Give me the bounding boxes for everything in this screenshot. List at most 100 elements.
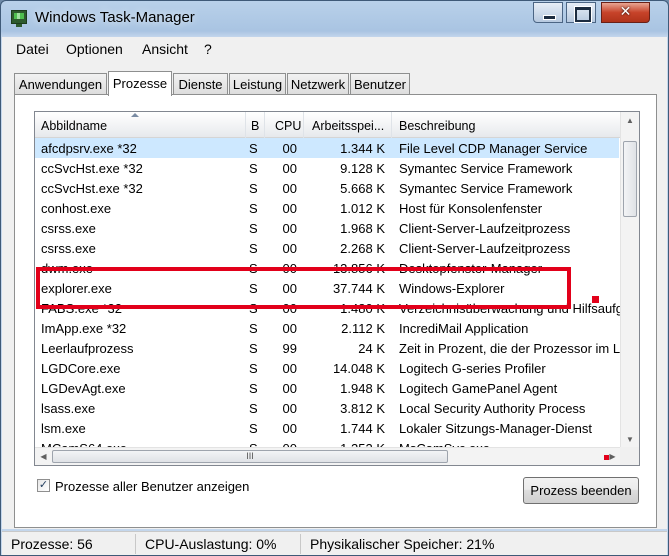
- process-description-cell: Windows-Explorer: [399, 281, 505, 296]
- process-name-cell: afcdpsrv.exe *32: [41, 141, 137, 156]
- table-row[interactable]: lsass.exe S 00 3.812 K Local Security Author…: [35, 398, 619, 418]
- tab-netzwerk[interactable]: Netzwerk: [287, 73, 349, 95]
- process-memory-cell: 1.480 K: [340, 301, 385, 316]
- horizontal-scrollbar[interactable]: ◀ III ▶: [35, 447, 621, 465]
- tab-benutzer[interactable]: Benutzer: [350, 73, 410, 95]
- process-cpu-cell: 00: [282, 361, 297, 376]
- process-description-cell: Host für Konsolenfenster: [399, 201, 543, 216]
- process-user-cell: S: [249, 421, 257, 436]
- table-row[interactable]: ccSvcHst.exe *32 S 00 9.128 K Symantec Servi…: [35, 158, 619, 178]
- status-process-count: Prozesse: 56: [11, 536, 93, 552]
- process-cpu-cell: 00: [282, 261, 297, 276]
- vertical-scroll-thumb[interactable]: [623, 141, 637, 217]
- process-cpu-cell: 00: [282, 381, 297, 396]
- end-process-button[interactable]: Prozess beenden: [523, 477, 639, 504]
- process-user-cell: S: [249, 161, 257, 176]
- menu-bar: Datei Optionen Ansicht ?: [2, 37, 667, 59]
- column-header-cpu[interactable]: CPU: [265, 112, 304, 138]
- table-row[interactable]: lsm.exe S 00 1.744 K Lokaler Sitzungs-Manage…: [35, 418, 619, 438]
- tab-dienste[interactable]: Dienste: [173, 73, 228, 95]
- table-row[interactable]: LGDevAgt.exe S 00 1.948 K Logitech GamePanel…: [35, 378, 619, 398]
- table-row[interactable]: Leerlaufprozess S 99 24 K Zeit in Prozent, d…: [35, 338, 620, 358]
- process-name-cell: csrss.exe: [41, 221, 96, 236]
- process-memory-cell: 3.812 K: [340, 401, 385, 416]
- process-name-cell: csrss.exe: [41, 241, 96, 256]
- process-name-cell: FABS.exe *32: [41, 301, 122, 316]
- table-row[interactable]: explorer.exe S 00 37.744 K Windows-Explorer: [35, 278, 619, 298]
- process-description-cell: File Level CDP Manager Service: [399, 141, 588, 156]
- process-memory-cell: 5.668 K: [340, 181, 385, 196]
- scroll-up-icon[interactable]: ▲: [621, 112, 639, 129]
- scroll-down-icon[interactable]: ▼: [621, 431, 639, 448]
- red-marker-small: [604, 455, 609, 460]
- process-description-cell: Client-Server-Laufzeitprozess: [399, 221, 571, 236]
- process-user-cell: S: [249, 281, 257, 296]
- process-description-cell: Zeit in Prozent, die der Prozessor im L: [399, 341, 621, 356]
- process-description-cell: Logitech GamePanel Agent: [399, 381, 558, 396]
- column-label: Abbildname: [41, 119, 108, 133]
- process-cpu-cell: 00: [282, 421, 297, 436]
- column-header-abbildname[interactable]: Abbildname: [35, 112, 246, 138]
- process-cpu-cell: 00: [282, 181, 297, 196]
- sort-ascending-icon: [131, 113, 139, 117]
- maximize-button[interactable]: [566, 2, 596, 23]
- table-row[interactable]: ImApp.exe *32 S 00 2.112 K IncrediMail Appli…: [35, 318, 619, 338]
- status-separator: [135, 534, 136, 554]
- menu-datei[interactable]: Datei: [16, 41, 49, 57]
- process-memory-cell: 1.012 K: [340, 201, 385, 216]
- process-cpu-cell: 00: [282, 241, 297, 256]
- table-row[interactable]: csrss.exe S 00 1.968 K Client-Server-Laufzei…: [35, 218, 619, 238]
- process-name-cell: ccSvcHst.exe *32: [41, 181, 143, 196]
- table-row[interactable]: csrss.exe S 00 2.268 K Client-Server-Laufzei…: [35, 238, 619, 258]
- process-user-cell: S: [249, 361, 257, 376]
- process-description-cell: Symantec Service Framework: [399, 181, 573, 196]
- table-row[interactable]: ccSvcHst.exe *32 S 00 5.668 K Symantec Servi…: [35, 178, 619, 198]
- tab-leistung[interactable]: Leistung: [229, 73, 286, 95]
- close-button[interactable]: ✕: [601, 2, 650, 23]
- process-memory-cell: 1.948 K: [340, 381, 385, 396]
- window-title: Windows Task-Manager: [35, 9, 195, 26]
- tab-anwendungen[interactable]: Anwendungen: [14, 73, 107, 95]
- scroll-left-icon[interactable]: ◀: [35, 448, 52, 465]
- status-bar: Prozesse: 56 CPU-Auslastung: 0% Physikal…: [2, 531, 667, 555]
- process-description-cell: Verzeichnisüberwachung und Hilfsaufg: [399, 301, 624, 316]
- process-cpu-cell: 00: [282, 161, 297, 176]
- table-row[interactable]: dwm.exe S 00 13.856 K Desktopfenster-Manager: [35, 258, 619, 278]
- process-name-cell: ccSvcHst.exe *32: [41, 161, 143, 176]
- table-row[interactable]: afcdpsrv.exe *32 S 00 1.344 K File Level CDP…: [35, 138, 619, 158]
- process-list[interactable]: Abbildname B CPU Arbeitsspei... Beschrei…: [34, 111, 640, 466]
- table-row[interactable]: FABS.exe *32 S 00 1.480 K Verzeichnisüberwac…: [35, 298, 623, 318]
- title-bar[interactable]: Windows Task-Manager ✕: [1, 1, 668, 35]
- process-description-cell: IncrediMail Application: [399, 321, 529, 336]
- show-all-users-checkbox[interactable]: ✓: [37, 479, 50, 492]
- process-user-cell: S: [249, 181, 257, 196]
- process-description-cell: Client-Server-Laufzeitprozess: [399, 241, 571, 256]
- vertical-scrollbar[interactable]: ▲ ▼: [620, 112, 639, 448]
- process-user-cell: S: [249, 261, 257, 276]
- horizontal-scroll-thumb[interactable]: III: [52, 450, 448, 463]
- process-description-cell: Symantec Service Framework: [399, 161, 573, 176]
- table-row[interactable]: conhost.exe S 00 1.012 K Host für Konsolenfe…: [35, 198, 619, 218]
- process-name-cell: LGDevAgt.exe: [41, 381, 126, 396]
- menu-help[interactable]: ?: [204, 41, 212, 57]
- table-row[interactable]: LGDCore.exe S 00 14.048 K Logitech G-series …: [35, 358, 619, 378]
- column-header-benutzer[interactable]: B: [246, 112, 265, 138]
- status-cpu-usage: CPU-Auslastung: 0%: [145, 536, 277, 552]
- process-description-cell: Logitech G-series Profiler: [399, 361, 546, 376]
- process-cpu-cell: 00: [282, 321, 297, 336]
- status-separator: [300, 534, 301, 554]
- process-cpu-cell: 00: [282, 301, 297, 316]
- show-all-users-label[interactable]: Prozesse aller Benutzer anzeigen: [55, 479, 249, 494]
- minimize-button[interactable]: [533, 2, 563, 23]
- menu-ansicht[interactable]: Ansicht: [142, 41, 188, 57]
- process-cpu-cell: 00: [282, 221, 297, 236]
- tab-prozesse[interactable]: Prozesse: [108, 71, 172, 96]
- process-memory-cell: 1.344 K: [340, 141, 385, 156]
- list-header: Abbildname B CPU Arbeitsspei... Beschrei…: [35, 112, 639, 138]
- process-name-cell: LGDCore.exe: [41, 361, 121, 376]
- menu-optionen[interactable]: Optionen: [66, 41, 123, 57]
- process-name-cell: explorer.exe: [41, 281, 112, 296]
- red-marker: [592, 296, 599, 303]
- column-header-beschreibung[interactable]: Beschreibung: [392, 112, 622, 138]
- column-header-arbeitsspeicher[interactable]: Arbeitsspei...: [304, 112, 392, 138]
